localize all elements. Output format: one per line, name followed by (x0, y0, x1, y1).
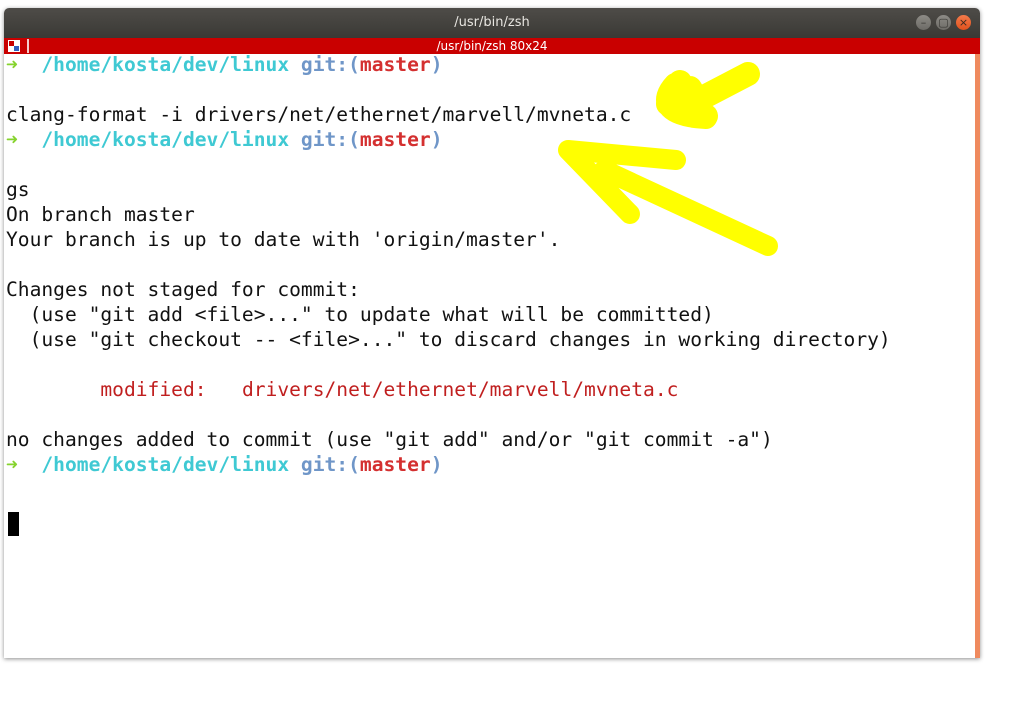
prompt-path: /home/kosta/dev/linux (41, 128, 290, 151)
prompt-line: ➜ /home/kosta/dev/linux git:(master) (6, 52, 442, 77)
minimize-button[interactable]: – (916, 15, 931, 30)
prompt-line: ➜ /home/kosta/dev/linux git:(master) (6, 452, 442, 477)
prompt-arrow-icon: ➜ (6, 53, 18, 76)
command-line: gs (6, 178, 30, 201)
git-branch: master (359, 128, 431, 151)
command-line: clang-format -i drivers/net/ethernet/mar… (6, 103, 632, 126)
git-label: git:( (300, 53, 360, 76)
output-line: On branch master (6, 203, 195, 226)
prompt-arrow-icon: ➜ (6, 453, 18, 476)
close-button[interactable]: × (956, 15, 971, 30)
modified-label: modified: (100, 378, 207, 401)
git-label-close: ) (430, 53, 443, 76)
git-branch: master (359, 453, 431, 476)
git-branch: master (359, 53, 431, 76)
prompt-line: ➜ /home/kosta/dev/linux git:(master) (6, 127, 442, 152)
modified-file: drivers/net/ethernet/marvell/mvneta.c (241, 378, 679, 401)
text-cursor (8, 512, 19, 536)
output-line: no changes added to commit (use "git add… (6, 428, 773, 451)
terminal-output[interactable]: ➜ /home/kosta/dev/linux git:(master) cla… (6, 52, 966, 658)
terminal-window: /usr/bin/zsh – ▢ × /usr/bin/zsh 80x24 ➜ … (4, 8, 980, 658)
output-line: Changes not staged for commit: (6, 278, 360, 301)
git-label-close: ) (430, 453, 443, 476)
maximize-button[interactable]: ▢ (936, 15, 951, 30)
git-label: git:( (300, 128, 360, 151)
tab-title: /usr/bin/zsh 80x24 (436, 39, 548, 53)
prompt-path: /home/kosta/dev/linux (41, 453, 290, 476)
output-line: (use "git checkout -- <file>..." to disc… (6, 328, 891, 351)
git-label-close: ) (430, 128, 443, 151)
prompt-path: /home/kosta/dev/linux (41, 53, 290, 76)
output-line: (use "git add <file>..." to update what … (6, 303, 714, 326)
prompt-arrow-icon: ➜ (6, 128, 18, 151)
modified-line: modified: drivers/net/ethernet/marvell/m… (6, 377, 678, 402)
scrollbar[interactable] (975, 54, 980, 658)
window-title: /usr/bin/zsh (454, 15, 530, 30)
title-bar[interactable]: /usr/bin/zsh – ▢ × (4, 8, 980, 38)
output-line: Your branch is up to date with 'origin/m… (6, 228, 561, 251)
git-label: git:( (300, 453, 360, 476)
